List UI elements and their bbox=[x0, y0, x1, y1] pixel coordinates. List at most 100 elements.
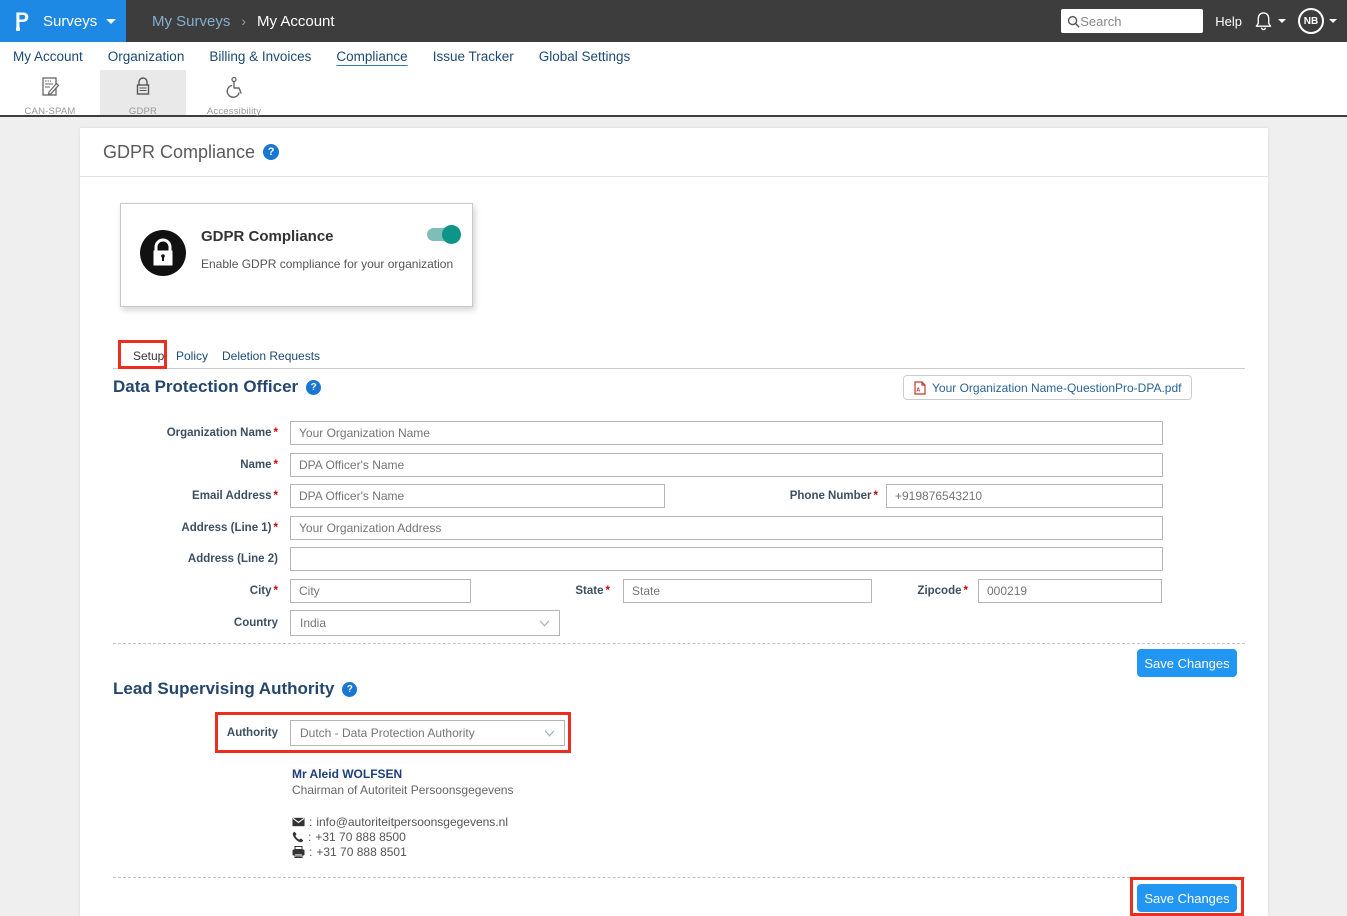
organization-name-input[interactable] bbox=[290, 421, 1163, 445]
avatar: NB bbox=[1298, 8, 1324, 34]
nav-global-settings[interactable]: Global Settings bbox=[539, 49, 631, 64]
help-icon[interactable]: ? bbox=[306, 380, 321, 395]
page-title: GDPR Compliance bbox=[103, 142, 255, 163]
dpo-save-changes-button[interactable]: Save Changes bbox=[1137, 649, 1237, 677]
authority-select[interactable]: Dutch - Data Protection Authority bbox=[290, 720, 565, 746]
tab-deletion-requests[interactable]: Deletion Requests bbox=[222, 349, 320, 363]
country-select-value: India bbox=[300, 616, 326, 630]
search-input[interactable] bbox=[1080, 14, 1190, 29]
breadcrumb-my-surveys[interactable]: My Surveys bbox=[152, 13, 230, 30]
dashed-divider bbox=[113, 643, 1245, 644]
separator: : bbox=[308, 830, 311, 844]
nav-billing-invoices[interactable]: Billing & Invoices bbox=[209, 49, 311, 64]
tab-label: GDPR bbox=[100, 106, 186, 117]
compliance-tabs: CAN-SPAM GDPR Accessibility bbox=[0, 70, 1347, 117]
authority-contact-phone-row: : +31 70 888 8500 bbox=[292, 830, 406, 844]
label-zipcode: Zipcode* bbox=[868, 579, 968, 603]
product-name: Surveys bbox=[43, 13, 97, 30]
tab-label: CAN-SPAM bbox=[0, 106, 100, 117]
authority-select-value: Dutch - Data Protection Authority bbox=[300, 726, 475, 740]
dpa-pdf-button[interactable]: A Your Organization Name-QuestionPro-DPA… bbox=[903, 375, 1192, 400]
chevron-down-icon bbox=[106, 19, 116, 24]
chevron-down-icon bbox=[1278, 19, 1286, 23]
address-line2-input[interactable] bbox=[290, 547, 1163, 571]
authority-contact-title: Chairman of Autoriteit Persoonsgegevens bbox=[292, 783, 513, 797]
label-phone-number: Phone Number* bbox=[680, 484, 878, 508]
gdpr-toggle-card: GDPR Compliance Enable GDPR compliance f… bbox=[120, 203, 473, 307]
tab-label: Accessibility bbox=[186, 106, 282, 117]
breadcrumb-separator-icon: › bbox=[241, 13, 246, 29]
account-nav: My Account Organization Billing & Invoic… bbox=[0, 42, 1347, 70]
toggle-knob bbox=[442, 225, 461, 244]
screen: P Surveys My Surveys › My Account Help N… bbox=[0, 0, 1347, 916]
authority-contact-email-row: : info@autoriteitpersoonsgegevens.nl bbox=[292, 815, 508, 829]
card-subtitle: Enable GDPR compliance for your organiza… bbox=[201, 257, 453, 271]
search-icon bbox=[1067, 15, 1080, 28]
address-line1-input[interactable] bbox=[290, 516, 1163, 540]
label-country: Country bbox=[113, 610, 278, 636]
label-email-address: Email Address* bbox=[113, 484, 278, 508]
gdpr-compliance-panel: GDPR Compliance ? GDPR Compliance Enable… bbox=[80, 128, 1268, 916]
nav-my-account[interactable]: My Account bbox=[13, 49, 83, 64]
dpa-name-input[interactable] bbox=[290, 453, 1163, 477]
tab-gdpr[interactable]: GDPR bbox=[100, 70, 186, 115]
topbar-actions: Help NB bbox=[1061, 0, 1337, 42]
state-input[interactable] bbox=[623, 579, 872, 603]
email-address-input[interactable] bbox=[290, 484, 665, 508]
country-select[interactable]: India bbox=[290, 610, 560, 636]
label-organization-name: Organization Name* bbox=[113, 421, 278, 445]
tab-accessibility[interactable]: Accessibility bbox=[186, 70, 282, 115]
accessibility-icon bbox=[222, 75, 246, 99]
bell-icon bbox=[1254, 11, 1273, 31]
gdpr-toggle[interactable] bbox=[427, 228, 459, 241]
nav-issue-tracker[interactable]: Issue Tracker bbox=[433, 49, 514, 64]
authority-contact-fax-row: : +31 70 888 8501 bbox=[292, 845, 407, 859]
breadcrumb: My Surveys › My Account bbox=[152, 0, 335, 42]
zipcode-input[interactable] bbox=[978, 579, 1162, 603]
separator: : bbox=[309, 815, 312, 829]
top-navbar: P Surveys My Surveys › My Account Help N… bbox=[0, 0, 1347, 42]
city-input[interactable] bbox=[290, 579, 471, 603]
tab-setup[interactable]: Setup bbox=[125, 346, 172, 366]
svg-text:A: A bbox=[916, 387, 920, 393]
nav-compliance[interactable]: Compliance bbox=[336, 49, 407, 64]
nav-organization[interactable]: Organization bbox=[108, 49, 185, 64]
help-link[interactable]: Help bbox=[1215, 14, 1242, 29]
label-address-line2: Address (Line 2) bbox=[113, 547, 278, 571]
authority-contact-fax: +31 70 888 8501 bbox=[316, 845, 406, 859]
lock-icon bbox=[131, 75, 155, 99]
chevron-down-icon bbox=[544, 730, 555, 737]
document-edit-icon bbox=[38, 75, 62, 99]
chevron-down-icon bbox=[1329, 19, 1337, 23]
chevron-down-icon bbox=[539, 620, 550, 627]
help-icon[interactable]: ? bbox=[263, 144, 279, 160]
lock-badge-icon bbox=[138, 228, 188, 278]
label-city: City* bbox=[113, 579, 278, 603]
account-menu[interactable]: NB bbox=[1298, 8, 1337, 34]
label-authority: Authority bbox=[113, 720, 278, 746]
divider bbox=[80, 176, 1268, 177]
phone-number-input[interactable] bbox=[886, 484, 1163, 508]
help-icon[interactable]: ? bbox=[342, 682, 357, 697]
lsa-save-changes-button[interactable]: Save Changes bbox=[1137, 884, 1237, 912]
label-state: State* bbox=[510, 579, 610, 603]
dashed-divider bbox=[113, 877, 1245, 878]
separator: : bbox=[309, 845, 312, 859]
tab-divider bbox=[113, 368, 1245, 369]
tab-can-spam[interactable]: CAN-SPAM bbox=[0, 70, 100, 115]
label-address-line1: Address (Line 1)* bbox=[113, 516, 278, 540]
search-box[interactable] bbox=[1061, 9, 1203, 33]
label-name: Name* bbox=[113, 453, 278, 477]
authority-contact-name: Mr Aleid WOLFSEN bbox=[292, 767, 402, 781]
tab-policy[interactable]: Policy bbox=[176, 349, 208, 363]
phone-icon bbox=[292, 831, 304, 843]
card-title: GDPR Compliance bbox=[201, 228, 334, 245]
authority-contact-email: info@autoriteitpersoonsgegevens.nl bbox=[316, 815, 508, 829]
fax-icon bbox=[292, 846, 305, 858]
notifications-menu[interactable] bbox=[1254, 11, 1286, 31]
pdf-button-label: Your Organization Name-QuestionPro-DPA.p… bbox=[932, 381, 1181, 395]
product-switcher[interactable]: P Surveys bbox=[0, 0, 126, 42]
pdf-file-icon: A bbox=[914, 381, 926, 395]
dpo-heading: Data Protection Officer bbox=[113, 377, 298, 397]
envelope-icon bbox=[292, 817, 305, 827]
